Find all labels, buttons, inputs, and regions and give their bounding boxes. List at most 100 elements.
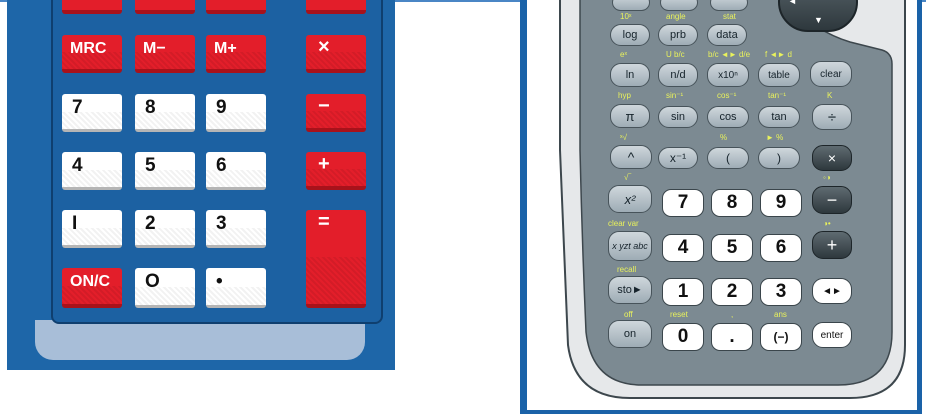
basic-calculator: MRC M− M+ × 7 8 9 − 4 5 6 + I 2 3 = ON/C… [7,0,395,370]
five-key[interactable]: 5 [135,152,195,190]
pi-label: π [625,108,635,124]
one-key[interactable]: I [62,210,122,248]
seven-key[interactable]: 7 [62,94,122,132]
nine-key-sci[interactable]: 9 [760,189,802,217]
seven-label-sci: 7 [677,192,689,213]
key-top-2[interactable] [660,0,698,11]
two-key-sci[interactable]: 2 [711,278,753,306]
mrc-key[interactable]: MRC [62,35,122,73]
five-key-sci[interactable]: 5 [711,234,753,262]
m-minus-key[interactable]: M− [135,35,195,73]
eight-key-sci[interactable]: 8 [711,189,753,217]
four-key-sci[interactable]: 4 [662,234,704,262]
key-top-1[interactable] [612,0,650,11]
minus-label-sci: − [826,189,838,210]
negative-key[interactable]: (−) [760,323,802,351]
six-key-sci[interactable]: 6 [760,234,802,262]
on-label: on [623,328,637,340]
tan-label: tan [771,111,787,123]
two-key[interactable]: 2 [135,210,195,248]
key-partial-4[interactable] [306,0,366,14]
tan-key[interactable]: tan [758,106,800,128]
n-over-d-key[interactable]: n/d [658,63,698,87]
table-key[interactable]: table [758,63,800,87]
scientific-calculator: ◄ ▼ 10ˣ angle stat log prb data eˣ U b/c… [520,0,922,414]
six-key[interactable]: 6 [206,152,266,190]
decimal-key-sci[interactable]: . [711,323,753,351]
square-key[interactable]: x² [608,185,652,213]
mrc-label: MRC [70,40,107,57]
zero-label-sci: 0 [677,326,689,347]
plus-key-sci[interactable]: + [812,231,852,259]
key-partial-2[interactable] [135,0,195,14]
cos-key[interactable]: cos [707,106,749,128]
right-paren-key[interactable]: ) [758,147,800,169]
nine-key[interactable]: 9 [206,94,266,132]
divide-key[interactable]: ÷ [812,104,852,130]
four-label: 4 [72,155,83,176]
log-key[interactable]: log [610,24,650,46]
mixed-fraction-label: U b/c [666,50,685,59]
zero-key[interactable]: O [135,268,195,308]
four-key[interactable]: 4 [62,152,122,190]
m-plus-key[interactable]: M+ [206,35,266,73]
three-key[interactable]: 3 [206,210,266,248]
calculator-base [35,320,365,360]
decimal-label: • [216,271,223,292]
key-top-3[interactable] [710,0,748,11]
key-partial-1[interactable] [62,0,122,14]
minus-key-sci[interactable]: − [812,186,852,214]
ex-label: eˣ [620,50,628,59]
on-clear-key[interactable]: ON/C [62,268,122,308]
one-key-sci[interactable]: 1 [662,278,704,306]
percent-label: % [720,133,728,142]
prb-key[interactable]: prb [658,24,698,46]
three-key-sci[interactable]: 3 [760,278,802,306]
clear-label: clear [820,68,842,80]
plus-label: + [318,153,330,175]
decimal-key[interactable]: • [206,268,266,308]
plus-label-sci: + [826,234,838,255]
two-label-sci: 2 [726,281,738,302]
square-label: x² [624,191,636,207]
variable-key[interactable]: x yzt abc [608,231,652,261]
key-partial-3[interactable] [206,0,266,14]
multiply-key-sci[interactable]: × [812,145,852,171]
minus-key[interactable]: − [306,94,366,132]
minus-label: − [318,95,330,117]
caret-key[interactable]: ^ [610,145,652,169]
left-paren-key[interactable]: ( [707,147,749,169]
six-label: 6 [216,155,227,176]
clear-key[interactable]: clear [810,61,852,87]
ln-key[interactable]: ln [610,63,650,87]
off-label: off [624,310,633,319]
sin-key[interactable]: sin [658,106,698,128]
sqrt-label: √‾ [624,173,632,182]
five-label-sci: 5 [726,237,738,258]
toggle-key[interactable]: ◄► [812,278,852,304]
sin-inverse-label: sin⁻¹ [666,91,684,100]
enter-label: enter [820,329,844,341]
equals-label: = [318,211,330,233]
equals-key[interactable]: = [306,210,366,308]
data-key[interactable]: data [707,24,747,46]
pi-key[interactable]: π [610,104,650,128]
seven-key-sci[interactable]: 7 [662,189,704,217]
x10n-key[interactable]: x10ⁿ [707,63,749,87]
reset-label: reset [670,310,688,319]
multiply-key[interactable]: × [306,35,366,73]
one-label-sci: 1 [677,281,689,302]
plus-key[interactable]: + [306,152,366,190]
ten-power-label: 10ˣ [620,12,632,21]
reciprocal-key[interactable]: x⁻¹ [658,147,698,169]
eight-key[interactable]: 8 [135,94,195,132]
table-label: table [768,69,790,81]
recall-label: recall [617,265,637,274]
caret-label: ^ [627,149,635,165]
zero-key-sci[interactable]: 0 [662,323,704,351]
seven-label: 7 [72,97,83,118]
store-key[interactable]: sto► [608,276,652,304]
enter-key[interactable]: enter [812,322,852,348]
on-key[interactable]: on [608,320,652,348]
nine-label-sci: 9 [775,192,787,213]
